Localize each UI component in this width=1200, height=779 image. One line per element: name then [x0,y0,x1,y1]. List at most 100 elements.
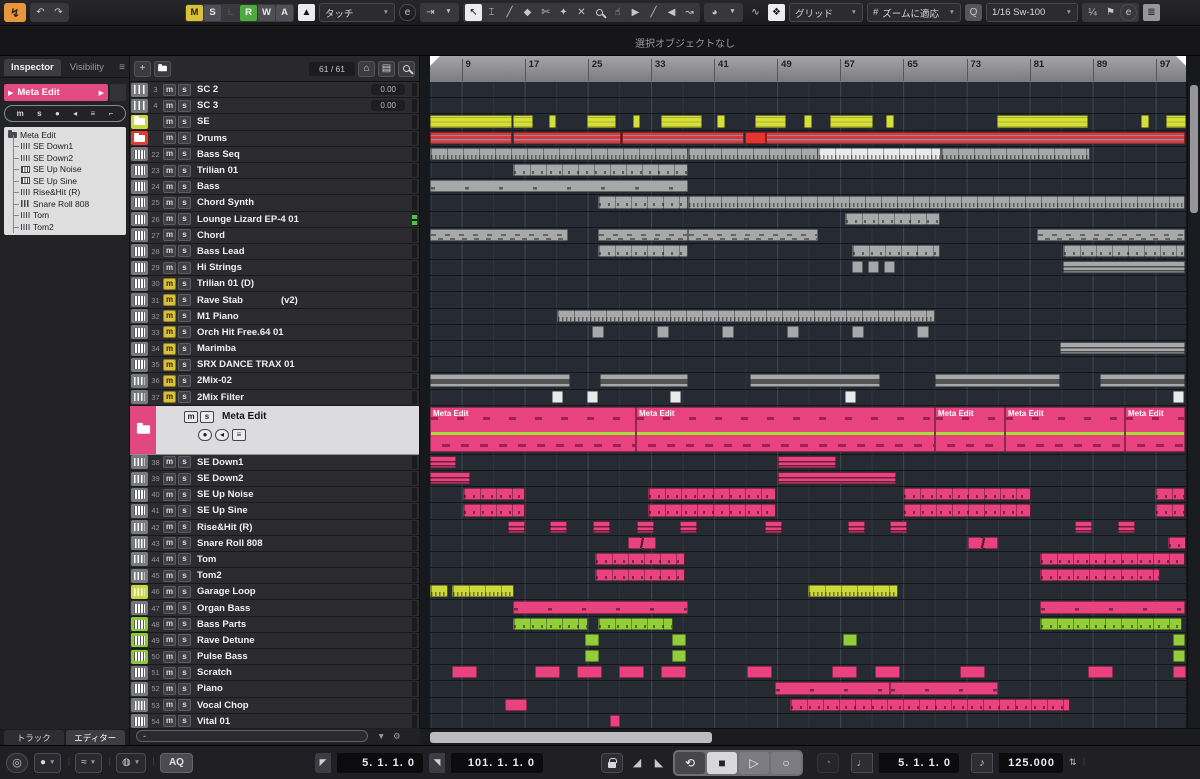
record-arm-button[interactable]: ● [198,428,212,441]
solo-button[interactable]: s [178,699,191,712]
mute-button[interactable]: m [163,115,176,128]
mute-button[interactable]: m [163,666,176,679]
event[interactable] [1040,601,1185,614]
event[interactable] [968,536,998,549]
track-row[interactable]: 40 m s SE Up Noise [130,487,419,504]
right-zone-button[interactable]: ≣ [1143,4,1160,21]
track-row[interactable]: m s Drums [130,130,419,147]
add-folder-button[interactable] [154,60,171,77]
scroll-thumb[interactable] [1190,85,1198,213]
event[interactable] [452,585,514,598]
zoom-tool[interactable] [591,4,608,21]
event[interactable] [775,682,890,695]
track-row[interactable]: 51 m s Scratch [130,665,419,682]
mute-button[interactable]: m [163,180,176,193]
record-button[interactable]: ○ [770,751,801,774]
event[interactable] [843,633,857,646]
monitor-button[interactable]: ◂ [73,109,77,118]
auto-quantize-button[interactable]: AQ [159,752,193,773]
cycle-button[interactable]: ⟲ [674,751,705,774]
left-locator-value[interactable]: 5. 1. 1. 0 [336,752,423,773]
stop-button[interactable]: ■ [706,751,737,774]
global-solo-button[interactable]: S [204,4,221,21]
event[interactable] [845,212,940,225]
event[interactable] [755,115,786,128]
event[interactable] [430,147,688,160]
event[interactable] [657,325,669,338]
event[interactable] [661,666,686,679]
event[interactable] [430,374,570,387]
mute-button[interactable]: m [163,99,176,112]
mute-button[interactable]: m [163,504,176,517]
track-row[interactable]: 49 m s Rave Detune [130,632,419,649]
solo-button[interactable]: s [178,294,191,307]
line-tool[interactable]: ╱ [645,4,662,21]
mute-button[interactable]: m [163,277,176,290]
draw-tool[interactable]: ╱ [501,4,518,21]
track-row[interactable]: 52 m s Piano [130,681,419,698]
autoscroll-caret[interactable]: ▼ [440,4,457,21]
event[interactable] [598,244,688,258]
event[interactable] [848,520,865,533]
track-row[interactable]: 54 m s Vital 01 [130,713,419,728]
event[interactable] [680,520,697,533]
event[interactable]: Meta Edit [430,406,636,452]
mute-button[interactable]: m [163,537,176,550]
event[interactable] [637,520,654,533]
tempo-value[interactable]: 125.000 [998,752,1063,773]
event[interactable] [622,131,744,144]
event[interactable] [852,244,940,258]
event[interactable] [1037,228,1185,241]
solo-button[interactable]: s [37,109,41,118]
snap-button[interactable]: ❖ [768,4,785,21]
track-row[interactable]: 26 m s Lounge Lizard EP-4 01 [130,211,419,228]
volume-value[interactable]: 0.00 [371,84,405,96]
track-row[interactable]: 27 m s Chord [130,227,419,244]
punch-out-icon[interactable]: ◣ [651,753,667,773]
solo-button[interactable]: s [178,326,191,339]
mute-button[interactable]: m [163,391,176,404]
event[interactable] [670,390,681,403]
event[interactable]: Meta Edit [935,406,1005,452]
track-row[interactable]: 46 m s Garage Loop [130,584,419,601]
event[interactable] [903,504,1031,517]
event[interactable]: Meta Edit [1005,406,1125,452]
global-suspend-button[interactable]: A [276,4,293,21]
track-row[interactable]: 30 m s Trilian 01 (D) [130,276,419,293]
solo-button[interactable]: s [178,115,191,128]
event[interactable]: Meta Edit [636,406,935,452]
event[interactable] [747,666,772,679]
event[interactable] [804,115,812,128]
range-selection-tool[interactable]: ⌶ [483,4,500,21]
event[interactable] [513,131,621,144]
mute-button[interactable]: m [163,310,176,323]
event[interactable] [1166,115,1186,128]
event[interactable] [1075,520,1092,533]
glue-tool[interactable]: ✦ [555,4,572,21]
hand-tool[interactable]: ☝ [609,4,626,21]
event[interactable] [430,228,568,241]
solo-button[interactable]: s [178,537,191,550]
event[interactable] [832,666,857,679]
event[interactable] [917,325,929,338]
volume-value[interactable]: 0.00 [371,100,405,112]
tab-track[interactable]: トラック [4,730,64,745]
event[interactable] [619,666,644,679]
event[interactable] [549,115,556,128]
event[interactable] [513,601,688,614]
event[interactable] [997,115,1088,128]
event[interactable] [513,115,533,128]
tree-item[interactable]: SE Down2 [8,146,126,164]
horizontal-scrollbar[interactable] [420,728,1200,745]
track-row[interactable]: 4 m s SC 3 0.00 [130,98,419,115]
event[interactable] [808,585,898,598]
event[interactable] [1100,374,1185,387]
event[interactable] [1088,666,1113,679]
search-track-button[interactable] [398,60,415,77]
event[interactable] [513,617,588,630]
mute-button[interactable]: m [163,602,176,615]
audio-record-mode-dropdown[interactable]: ≈ ▼ [75,752,103,773]
event[interactable] [890,682,998,695]
solo-button[interactable]: s [178,277,191,290]
common-record-modes-icon[interactable]: ◎ [6,752,28,773]
